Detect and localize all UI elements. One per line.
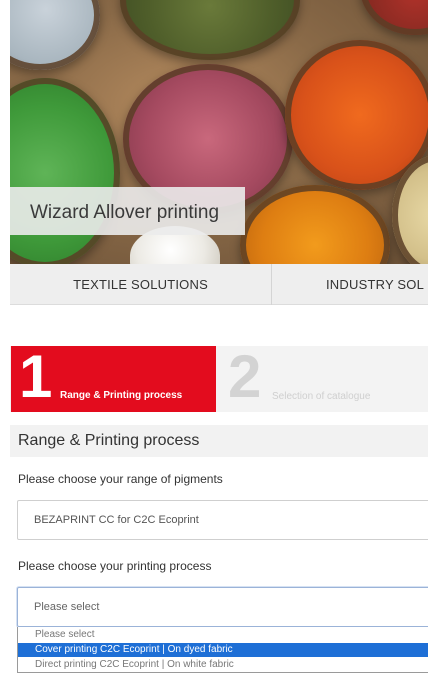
process-label: Please choose your printing process [18, 559, 212, 573]
wizard-steps: 1 Range & Printing process 2 Selection o… [10, 343, 428, 412]
dropdown-option[interactable]: Please select [18, 628, 428, 642]
spice-bowl-image [240, 185, 390, 264]
process-dropdown-list: Please select Cover printing C2C Ecoprin… [17, 627, 428, 673]
spice-bowl-image [10, 0, 100, 70]
step-label: Selection of catalogue [272, 391, 371, 402]
main-nav: TEXTILE SOLUTIONS INDUSTRY SOL [10, 264, 428, 305]
dropdown-option-highlighted[interactable]: Cover printing C2C Ecoprint | On dyed fa… [18, 643, 428, 657]
page-title: Wizard Allover printing [10, 187, 245, 235]
spice-bowl-image [10, 78, 120, 264]
step-label: Range & Printing process [60, 390, 183, 401]
section-title: Range & Printing process [10, 425, 428, 457]
spice-bowl-image [285, 40, 428, 190]
range-label: Please choose your range of pigments [18, 472, 223, 486]
nav-item-industry-solutions[interactable]: INDUSTRY SOL [326, 264, 428, 305]
dropdown-option[interactable]: Direct printing C2C Ecoprint | On white … [18, 658, 428, 672]
step-number: 1 [19, 343, 53, 410]
range-select[interactable]: BEZAPRINT CC for C2C Ecoprint [17, 500, 428, 540]
step-1-active[interactable]: 1 Range & Printing process [11, 343, 216, 412]
step-2-inactive[interactable]: 2 Selection of catalogue [216, 343, 428, 412]
spice-bowl-image [360, 0, 428, 35]
step-number: 2 [228, 343, 262, 410]
process-select[interactable]: Please select [17, 587, 428, 627]
spice-bowl-image [120, 0, 300, 60]
nav-item-textile-solutions[interactable]: TEXTILE SOLUTIONS [10, 264, 272, 305]
